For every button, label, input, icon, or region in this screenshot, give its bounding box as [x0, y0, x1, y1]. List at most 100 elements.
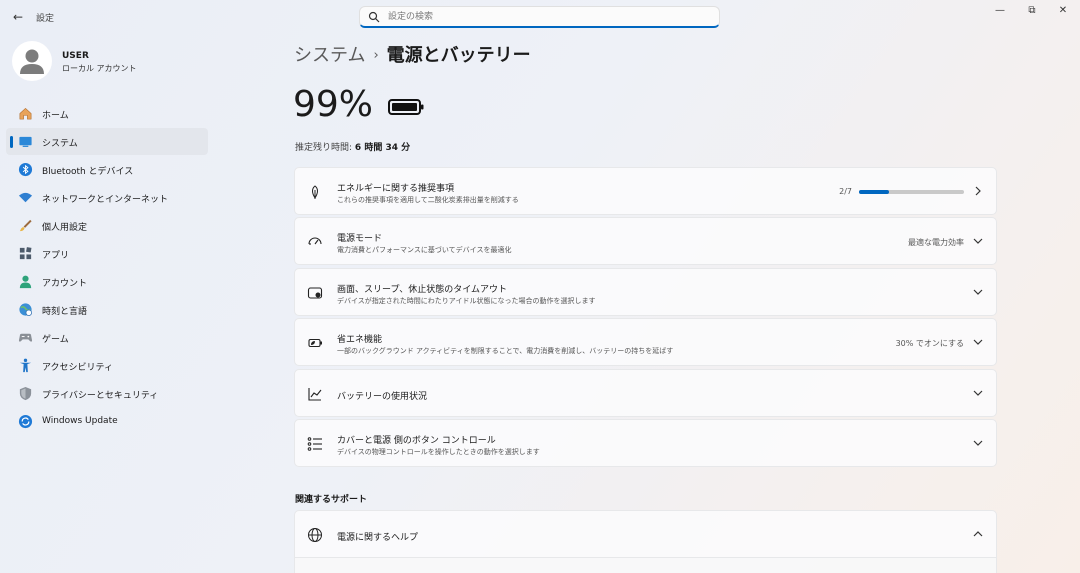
card-subtitle: デバイスが指定された時間にわたりアイドル状態になった場合の動作を選択します [337, 297, 596, 305]
user-icon [20, 49, 44, 74]
chevron-down-icon [973, 440, 983, 446]
maximize-icon[interactable]: ⧉ [1015, 2, 1049, 20]
battery-percentage: 99% [293, 84, 374, 125]
back-arrow-icon[interactable]: ← [10, 9, 26, 25]
sidebar-item-label: アプリ [42, 251, 70, 261]
home-icon [19, 107, 32, 120]
sidebar-item-system[interactable]: システム [6, 128, 208, 155]
bluetooth-icon [18, 162, 33, 177]
profile-account-type: ローカル アカウント [62, 64, 137, 73]
sidebar-item-accessibility[interactable]: アクセシビリティ [6, 352, 208, 379]
active-indicator [10, 136, 13, 148]
chevron-right-icon [975, 186, 981, 196]
sleep-screen-icon [307, 287, 323, 299]
sidebar-item-privacy[interactable]: プライバシーとセキュリティ [6, 380, 208, 407]
battery-usage-card[interactable]: バッテリーの使用状況 [294, 369, 997, 417]
breadcrumb-parent[interactable]: システム [294, 45, 365, 66]
wifi-icon [18, 192, 33, 203]
screen-sleep-timeout-card[interactable]: 画面、スリープ、休止状態のタイムアウト デバイスが指定された時間にわたりアイドル… [294, 268, 997, 316]
sidebar-nav: ホーム システム Bluetooth とデバイス ネットワークとインターネット … [6, 100, 208, 436]
sidebar-item-bluetooth[interactable]: Bluetooth とデバイス [6, 156, 208, 183]
search-box[interactable] [359, 6, 720, 28]
accessibility-icon [19, 358, 32, 373]
minimize-icon[interactable]: — [983, 2, 1017, 20]
lid-power-button-card[interactable]: カバーと電源 側のボタン コントロール デバイスの物理コントロールを操作したとき… [294, 419, 997, 467]
search-input[interactable] [388, 9, 708, 25]
sidebar-item-label: ゲーム [42, 335, 69, 345]
chevron-down-icon [973, 238, 983, 244]
leaf-icon [312, 185, 318, 199]
power-help-card[interactable]: 電源に関するヘルプ [294, 510, 997, 558]
sidebar-item-label: アカウント [42, 279, 88, 289]
update-icon [18, 414, 33, 429]
page-title: 電源とバッテリー [386, 45, 531, 66]
card-title: 画面、スリープ、休止状態のタイムアウト [337, 285, 508, 295]
card-title: 電源に関するヘルプ [337, 533, 419, 543]
battery-saver-icon [308, 338, 322, 348]
sidebar-item-label: システム [42, 139, 78, 149]
battery-icon [388, 99, 424, 115]
sidebar-item-accounts[interactable]: アカウント [6, 268, 208, 295]
search-icon [368, 11, 380, 23]
breadcrumb: システム › 電源とバッテリー [294, 41, 531, 67]
avatar[interactable] [12, 41, 52, 81]
card-title: 省エネ機能 [337, 335, 383, 345]
sidebar-item-personalization[interactable]: 個人用設定 [6, 212, 208, 239]
sidebar-item-apps[interactable]: アプリ [6, 240, 208, 267]
settings-window: ← 設定 — ⧉ ✕ USER ローカル アカウント ホーム システム [0, 0, 1080, 573]
apps-icon [19, 247, 32, 260]
app-title: 設定 [36, 14, 55, 24]
profile-name: USER [62, 51, 89, 61]
card-subtitle: これらの推奨事項を適用して二酸化炭素排出量を削減する [337, 196, 519, 204]
power-help-content [294, 558, 997, 573]
title-bar: ← 設定 — ⧉ ✕ [0, 0, 1080, 34]
list-controls-icon [307, 437, 322, 451]
chart-line-icon [308, 388, 322, 401]
energy-saver-card[interactable]: 省エネ機能 一部のバックグラウンド アクティビティを制限することで、電力消費を削… [294, 318, 997, 366]
sidebar-item-label: 時刻と言語 [42, 307, 88, 317]
gamepad-icon [18, 333, 33, 342]
card-title: バッテリーの使用状況 [337, 392, 428, 402]
sidebar-item-label: ホーム [42, 111, 69, 121]
sidebar-item-gaming[interactable]: ゲーム [6, 324, 208, 351]
estimated-time-label: 推定残り時間: [295, 143, 353, 153]
card-subtitle: 一部のバックグラウンド アクティビティを制限することで、電力消費を削減し、バッテ… [337, 347, 674, 355]
card-title: エネルギーに関する推奨事項 [337, 184, 455, 194]
sidebar-item-home[interactable]: ホーム [6, 100, 208, 127]
energy-saver-threshold: 30% でオンにする [895, 339, 964, 348]
related-support-heading: 関連するサポート [295, 495, 368, 505]
chevron-down-icon [973, 289, 983, 295]
globe-icon [308, 528, 322, 542]
breadcrumb-separator: › [373, 48, 379, 63]
sidebar-item-label: プライバシーとセキュリティ [42, 391, 159, 401]
sidebar-item-network[interactable]: ネットワークとインターネット [6, 184, 208, 211]
account-icon [19, 275, 32, 289]
progress-fill [859, 190, 889, 194]
power-mode-icon [308, 237, 322, 245]
estimated-time: 推定残り時間: 6 時間 34 分 [295, 140, 410, 153]
sidebar-item-time-language[interactable]: 時刻と言語 [6, 296, 208, 323]
card-subtitle: 電力消費とパフォーマンスに基づいてデバイスを最適化 [337, 246, 512, 254]
recommendation-progress-bar [859, 190, 964, 194]
card-title: 電源モード [337, 234, 383, 244]
power-mode-select[interactable]: 最適な電力効率 [908, 237, 964, 248]
card-subtitle: デバイスの物理コントロールを操作したときの動作を選択します [337, 448, 540, 456]
sidebar-item-windows-update[interactable]: Windows Update [6, 408, 208, 435]
energy-recommendations-card[interactable]: エネルギーに関する推奨事項 これらの推奨事項を適用して二酸化炭素排出量を削減する… [294, 167, 997, 215]
globe-clock-icon [19, 303, 32, 316]
estimated-time-value: 6 時間 34 分 [354, 143, 411, 153]
sidebar-item-label: Bluetooth とデバイス [42, 167, 134, 177]
recommendation-progress-text: 2/7 [839, 187, 852, 196]
sidebar-item-label: 個人用設定 [42, 223, 88, 233]
chevron-down-icon [973, 339, 983, 345]
chevron-down-icon [973, 390, 983, 396]
sidebar-item-label: Windows Update [42, 416, 118, 426]
power-mode-card[interactable]: 電源モード 電力消費とパフォーマンスに基づいてデバイスを最適化 最適な電力効率 [294, 217, 997, 265]
chevron-up-icon [973, 531, 983, 537]
card-title: カバーと電源 側のボタン コントロール [337, 436, 496, 446]
sidebar-item-label: ネットワークとインターネット [42, 195, 169, 205]
sidebar-item-label: アクセシビリティ [42, 363, 114, 373]
close-icon[interactable]: ✕ [1046, 2, 1080, 20]
shield-icon [19, 386, 32, 401]
system-icon [19, 136, 32, 147]
